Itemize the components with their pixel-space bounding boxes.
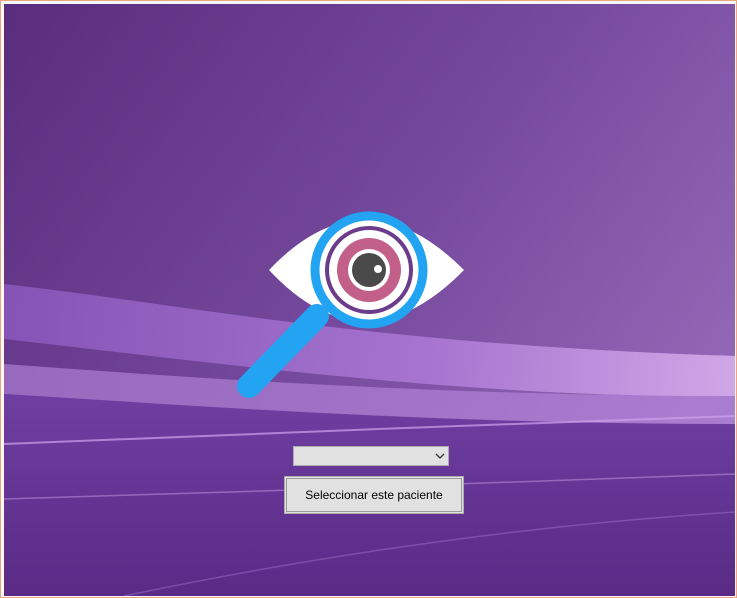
eye-magnifier-icon [237,211,464,398]
patient-dropdown[interactable] [293,446,449,466]
select-patient-button[interactable]: Seleccionar este paciente [284,476,464,514]
chevron-down-icon[interactable] [432,447,448,465]
window-client-area: Seleccionar este paciente [4,4,735,596]
application-window: Seleccionar este paciente [0,0,737,598]
